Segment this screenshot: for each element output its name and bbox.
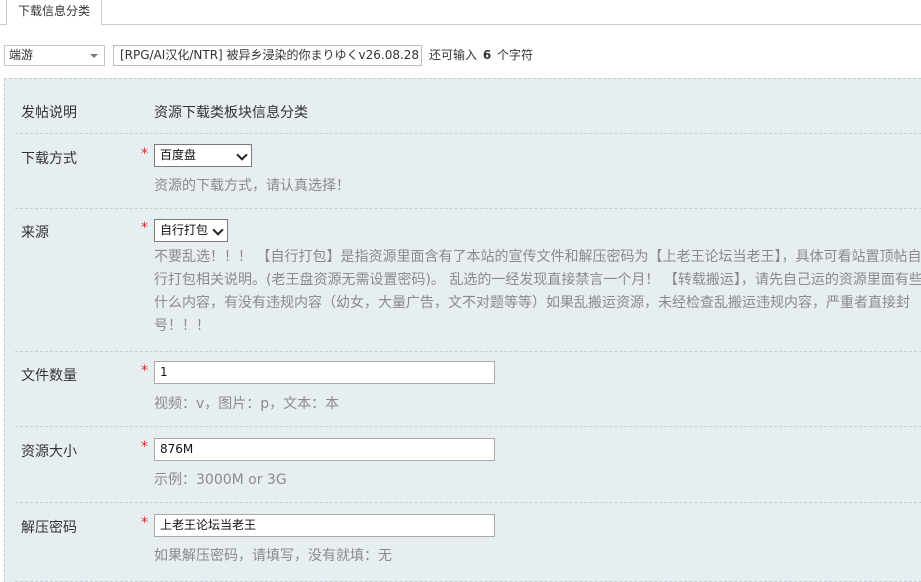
resource-size-input[interactable]: 876M — [154, 438, 495, 461]
title-line: 端游 [RPG/AI汉化/NTR] 被异乡浸染的你まりゆくv26.08.28 A… — [0, 45, 921, 67]
file-count-label: 文件数量 — [21, 368, 77, 384]
download-method-hint: 资源的下载方式，请认真选择！ — [154, 178, 350, 194]
chevron-down-icon — [212, 224, 224, 236]
counter-suffix: 个字符 — [497, 48, 534, 62]
row-post-desc: 发帖说明 资源下载类板块信息分类 — [15, 79, 921, 134]
file-count-hint: 视频：v，图片：p，文本：本 — [154, 396, 340, 412]
row-file-count: 文件数量 * 1 视频：v，图片：p，文本：本 — [15, 352, 921, 427]
required-mark: * — [141, 220, 148, 236]
chevron-down-icon — [90, 54, 98, 58]
required-mark: * — [141, 439, 148, 455]
source-select[interactable]: 自行打包 — [154, 219, 228, 242]
counter-prefix: 还可输入 — [429, 48, 478, 62]
form-panel: 发帖说明 资源下载类板块信息分类 下载方式 * 百度盘 资源的下载方式，请认真选… — [4, 78, 921, 582]
resource-size-hint: 示例：3000M or 3G — [154, 472, 287, 488]
required-mark: * — [141, 515, 148, 531]
tab-bar: 下载信息分类 — [0, 0, 921, 26]
unzip-password-hint: 如果解压密码，请填写，没有就填：无 — [154, 548, 392, 564]
required-mark: * — [141, 146, 148, 162]
download-method-label: 下载方式 — [21, 151, 77, 167]
source-value: 自行打包 — [160, 223, 209, 237]
source-label: 来源 — [21, 225, 49, 241]
row-resource-size: 资源大小 * 876M 示例：3000M or 3G — [15, 427, 921, 503]
row-download-method: 下载方式 * 百度盘 资源的下载方式，请认真选择！ — [15, 134, 921, 209]
required-mark: * — [141, 363, 148, 379]
post-desc-label: 发帖说明 — [21, 105, 77, 121]
source-hint: 不要乱选！！！ 【自行打包】是指资源里面含有了本站的宣传文件和解压密码为【上老王… — [154, 249, 921, 334]
resource-size-label: 资源大小 — [21, 444, 77, 460]
post-desc-value: 资源下载类板块信息分类 — [154, 105, 308, 121]
category-select[interactable]: 端游 — [4, 45, 105, 66]
download-method-value: 百度盘 — [160, 148, 197, 162]
char-counter: 还可输入 6 个字符 — [429, 45, 533, 66]
unzip-password-label: 解压密码 — [21, 520, 77, 536]
row-unzip-password: 解压密码 * 上老王论坛当老王 如果解压密码，请填写，没有就填：无 — [15, 503, 921, 582]
tab-download-info[interactable]: 下载信息分类 — [6, 0, 102, 26]
unzip-password-input[interactable]: 上老王论坛当老王 — [154, 514, 495, 537]
chevron-down-icon — [236, 149, 248, 161]
category-select-value: 端游 — [9, 48, 34, 62]
file-count-input[interactable]: 1 — [154, 361, 495, 384]
download-method-select[interactable]: 百度盘 — [154, 144, 252, 167]
title-input[interactable]: [RPG/AI汉化/NTR] 被异乡浸染的你まりゆくv26.08.28 A — [113, 45, 422, 66]
counter-value: 6 — [482, 48, 492, 62]
row-source: 来源 * 自行打包 不要乱选！！！ 【自行打包】是指资源里面含有了本站的宣传文件… — [15, 209, 921, 352]
